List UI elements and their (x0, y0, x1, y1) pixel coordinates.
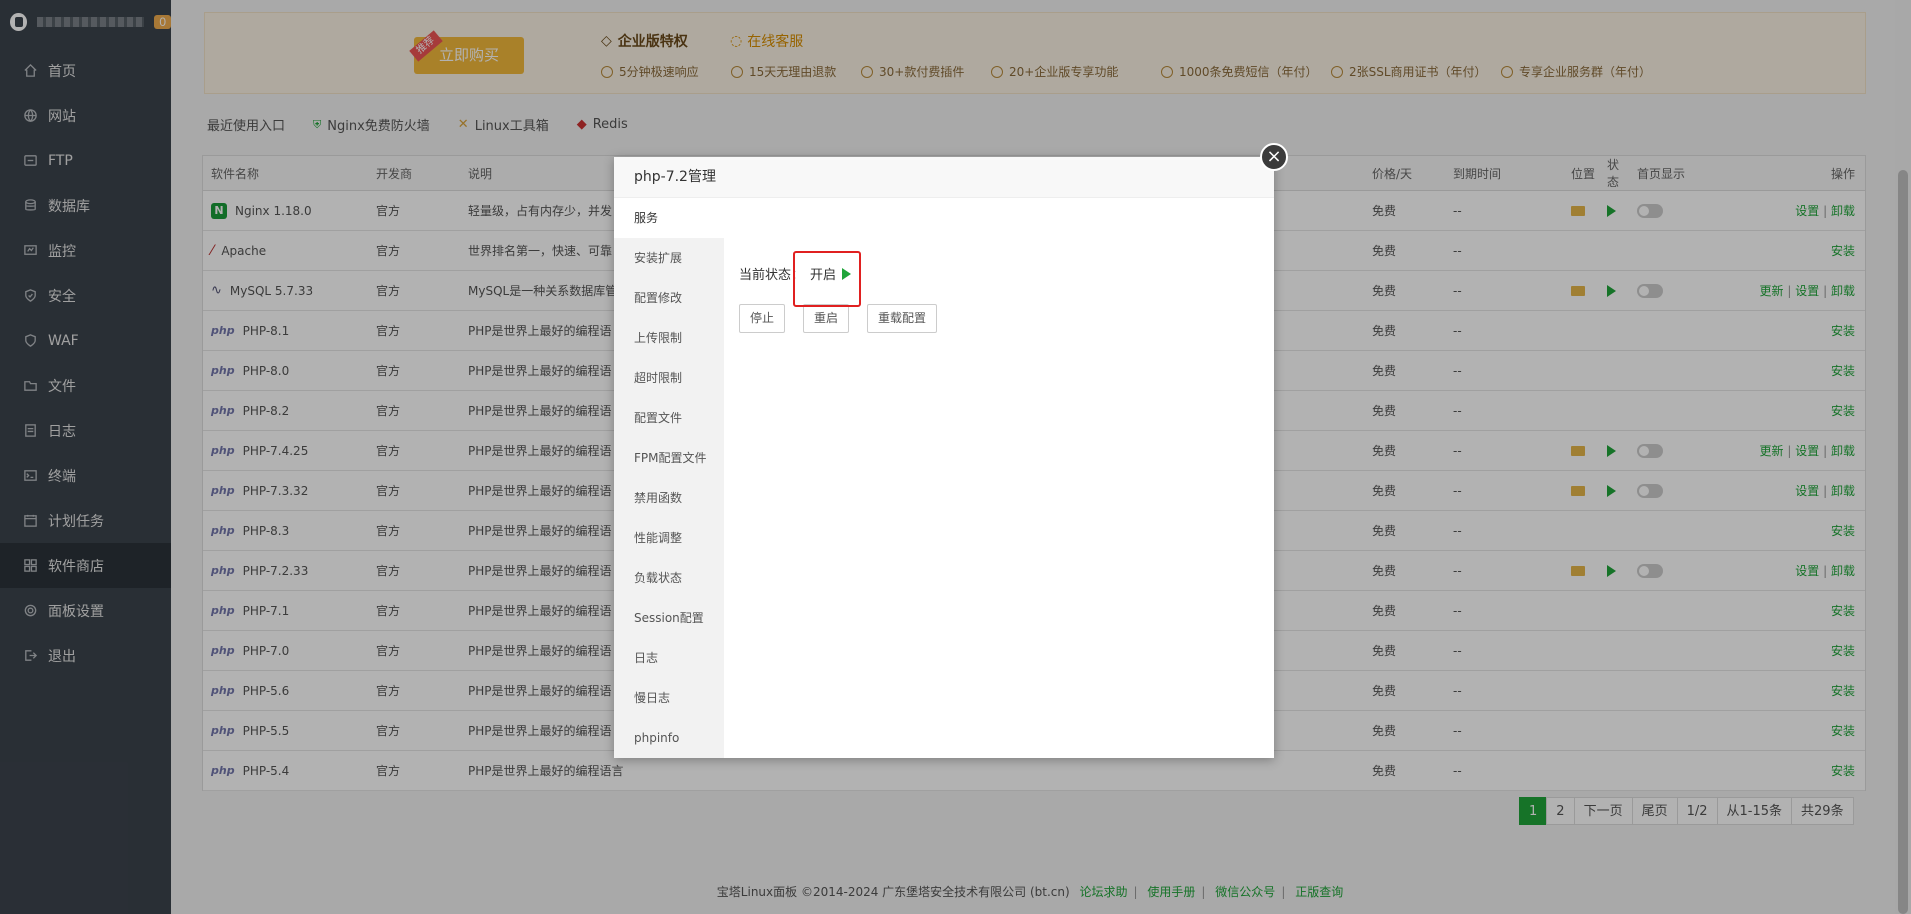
dialog-menu-item[interactable]: 服务 (614, 198, 724, 238)
dialog-menu-item[interactable]: 性能调整 (614, 518, 724, 558)
dialog-menu-item[interactable]: 配置修改 (614, 278, 724, 318)
dialog-menu-item[interactable]: 日志 (614, 638, 724, 678)
restart-highlight-box (793, 251, 861, 307)
reload-config-button[interactable]: 重载配置 (867, 304, 938, 333)
dialog-menu-item[interactable]: 安装扩展 (614, 238, 724, 278)
service-buttons: 停止 重启 重载配置 (739, 304, 938, 333)
dialog-menu-item[interactable]: 上传限制 (614, 318, 724, 358)
restart-button[interactable]: 重启 (803, 304, 850, 333)
dialog-title: php-7.2管理 (614, 157, 1274, 198)
dialog-menu-item[interactable]: Session配置 (614, 598, 724, 638)
dialog-menu-item[interactable]: 负载状态 (614, 558, 724, 598)
dialog-menu-item[interactable]: 慢日志 (614, 678, 724, 718)
dialog-menu-item[interactable]: FPM配置文件 (614, 438, 724, 478)
close-icon[interactable]: × (1260, 143, 1288, 171)
dialog-menu-item[interactable]: 配置文件 (614, 398, 724, 438)
stop-button[interactable]: 停止 (739, 304, 786, 333)
dialog-menu: 服务 安装扩展 配置修改 上传限制 超时限制 配置文件 FPM配置文件 禁用函数 性能调整 负载状… (614, 198, 724, 758)
php-manage-dialog: php-7.2管理 × 服务 安装扩展 配置修改 上传限制 超时限制 配置文件 FPM配置文… (614, 143, 1288, 758)
dialog-menu-item[interactable]: 禁用函数 (614, 478, 724, 518)
dialog-menu-item[interactable]: 超时限制 (614, 358, 724, 398)
dialog-menu-item[interactable]: phpinfo (614, 718, 724, 758)
